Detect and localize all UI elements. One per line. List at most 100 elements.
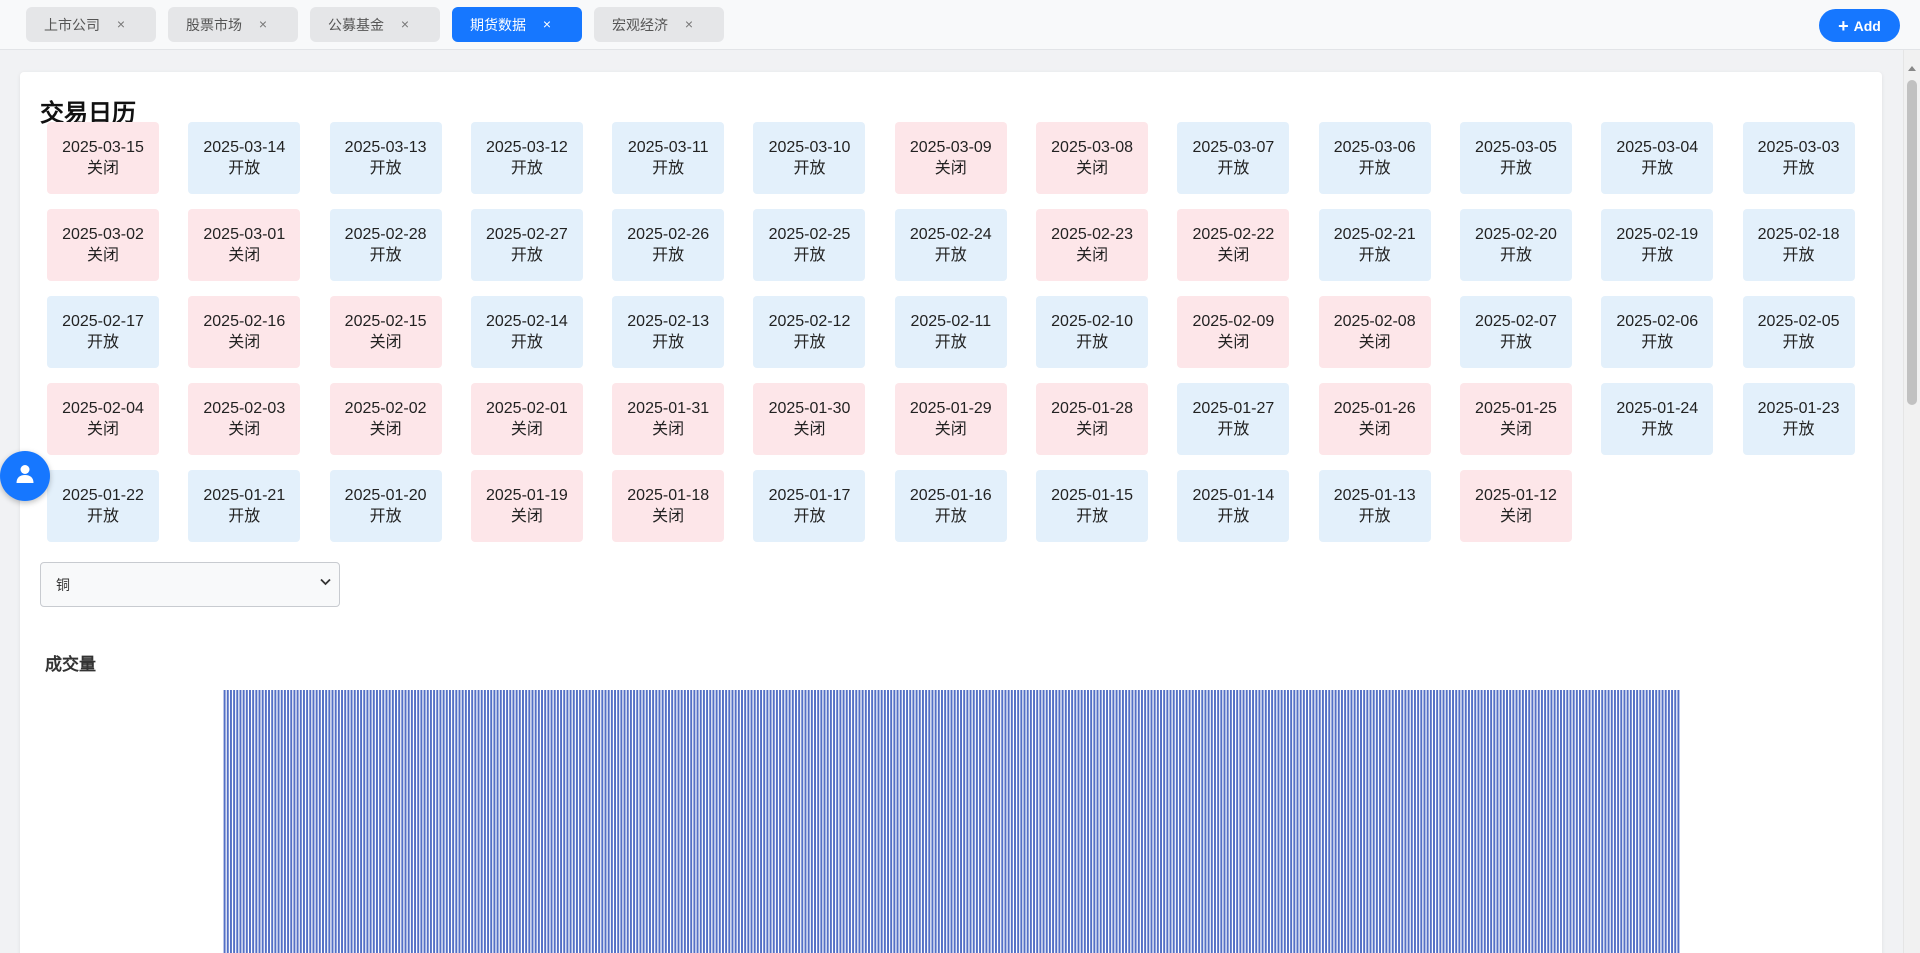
volume-bar[interactable] <box>502 690 505 953</box>
volume-bar[interactable] <box>487 690 490 953</box>
volume-bar[interactable] <box>512 690 515 953</box>
volume-bar[interactable] <box>963 690 966 953</box>
volume-bar[interactable] <box>287 690 290 953</box>
volume-bar[interactable] <box>1321 690 1324 953</box>
volume-bar[interactable] <box>347 690 350 953</box>
volume-bar[interactable] <box>623 690 626 953</box>
volume-bar[interactable] <box>448 690 451 953</box>
volume-bar[interactable] <box>1280 690 1283 953</box>
volume-bar[interactable] <box>423 690 426 953</box>
volume-bar[interactable] <box>407 690 410 953</box>
volume-bar[interactable] <box>1128 690 1131 953</box>
volume-bar[interactable] <box>401 690 404 953</box>
volume-bar[interactable] <box>1331 690 1334 953</box>
volume-bar[interactable] <box>1255 690 1258 953</box>
volume-bar[interactable] <box>1429 690 1432 953</box>
volume-bar[interactable] <box>883 690 886 953</box>
volume-bar[interactable] <box>258 690 261 953</box>
volume-bar[interactable] <box>1458 690 1461 953</box>
volume-bar[interactable] <box>245 690 248 953</box>
volume-bar[interactable] <box>782 690 785 953</box>
volume-bar[interactable] <box>760 690 763 953</box>
volume-bar[interactable] <box>956 690 959 953</box>
volume-bar[interactable] <box>1572 690 1575 953</box>
scroll-up-arrow-icon[interactable] <box>1908 66 1916 71</box>
volume-bar[interactable] <box>233 690 236 953</box>
volume-bar[interactable] <box>302 690 305 953</box>
volume-bar[interactable] <box>1188 690 1191 953</box>
volume-bar[interactable] <box>817 690 820 953</box>
volume-bar[interactable] <box>1309 690 1312 953</box>
volume-bar[interactable] <box>1382 690 1385 953</box>
volume-bar[interactable] <box>1360 690 1362 953</box>
volume-bar[interactable] <box>1315 690 1318 953</box>
close-icon[interactable]: × <box>114 16 128 32</box>
volume-bar[interactable] <box>1080 690 1083 953</box>
volume-bar[interactable] <box>280 690 283 953</box>
volume-bar[interactable] <box>1007 690 1010 953</box>
volume-bar[interactable] <box>537 690 540 953</box>
volume-bar[interactable] <box>1001 690 1004 953</box>
volume-bar[interactable] <box>525 690 528 953</box>
volume-bar[interactable] <box>277 690 280 953</box>
volume-bar[interactable] <box>356 690 359 953</box>
volume-bar[interactable] <box>674 690 677 953</box>
volume-bar[interactable] <box>969 690 972 953</box>
volume-bar[interactable] <box>1283 690 1286 953</box>
volume-bar[interactable] <box>1102 690 1105 953</box>
volume-bar[interactable] <box>1026 690 1029 953</box>
volume-bar[interactable] <box>518 690 521 953</box>
volume-bar[interactable] <box>575 690 578 953</box>
volume-bar[interactable] <box>268 690 271 953</box>
volume-bar[interactable] <box>1077 690 1080 953</box>
volume-bar[interactable] <box>706 690 709 953</box>
volume-bar[interactable] <box>1299 690 1302 953</box>
volume-bar[interactable] <box>229 690 232 953</box>
volume-bar[interactable] <box>1410 690 1413 953</box>
volume-bar[interactable] <box>1131 690 1134 953</box>
volume-bar[interactable] <box>1306 690 1309 953</box>
volume-bar[interactable] <box>1312 690 1315 953</box>
volume-bar[interactable] <box>395 690 397 953</box>
volume-bar[interactable] <box>648 690 651 953</box>
volume-bar[interactable] <box>1413 690 1416 953</box>
tab-1[interactable]: 股票市场 × <box>168 7 298 42</box>
volume-bar[interactable] <box>794 690 797 953</box>
volume-bar[interactable] <box>299 690 302 953</box>
volume-bar[interactable] <box>839 690 842 953</box>
volume-bar[interactable] <box>556 690 559 953</box>
volume-bar[interactable] <box>1337 690 1340 953</box>
volume-bar[interactable] <box>715 690 718 953</box>
volume-bar[interactable] <box>1407 690 1410 953</box>
volume-bar[interactable] <box>1175 690 1178 953</box>
volume-bar[interactable] <box>887 690 889 953</box>
volume-bar[interactable] <box>312 690 315 953</box>
volume-bar[interactable] <box>1055 690 1058 953</box>
volume-bar[interactable] <box>588 690 591 953</box>
add-tab-button[interactable]: + Add <box>1819 9 1900 42</box>
volume-bar[interactable] <box>1277 690 1280 953</box>
volume-bar[interactable] <box>1579 690 1581 953</box>
volume-bar[interactable] <box>906 690 909 953</box>
volume-bar[interactable] <box>902 690 905 953</box>
volume-bar[interactable] <box>1515 690 1518 953</box>
volume-bar[interactable] <box>1620 690 1623 953</box>
volume-bar[interactable] <box>877 690 880 953</box>
volume-bar[interactable] <box>1667 690 1670 953</box>
volume-bar[interactable] <box>791 690 794 953</box>
volume-bar[interactable] <box>810 690 813 953</box>
volume-bar[interactable] <box>1655 690 1658 953</box>
volume-bar[interactable] <box>391 690 394 953</box>
volume-bar[interactable] <box>1160 690 1162 953</box>
volume-bar[interactable] <box>360 690 363 953</box>
volume-bar[interactable] <box>1118 690 1121 953</box>
volume-bar[interactable] <box>474 690 477 953</box>
volume-bar[interactable] <box>1401 690 1404 953</box>
volume-bar[interactable] <box>1369 690 1372 953</box>
volume-bar[interactable] <box>509 690 512 953</box>
volume-bar[interactable] <box>785 690 788 953</box>
volume-bar[interactable] <box>585 690 588 953</box>
volume-bar[interactable] <box>350 690 353 953</box>
volume-bar[interactable] <box>1217 690 1220 953</box>
close-icon[interactable]: × <box>398 16 412 32</box>
